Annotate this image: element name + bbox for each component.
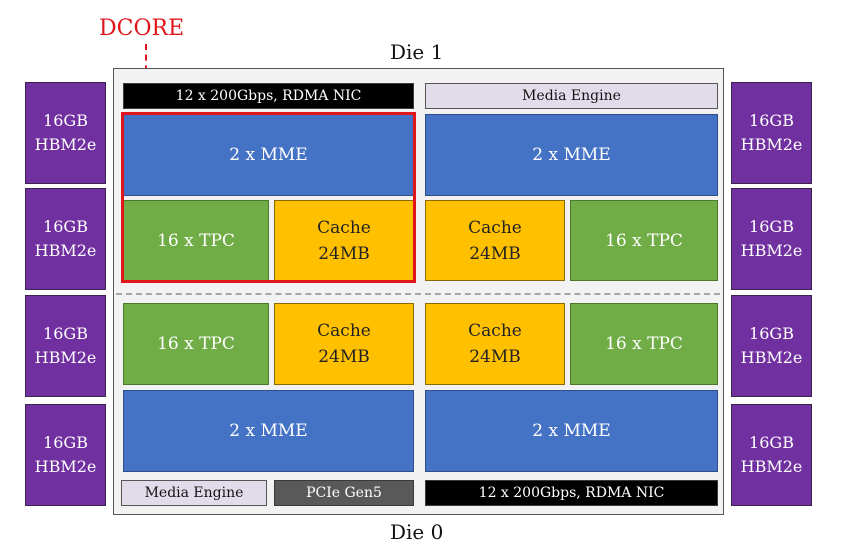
die0-left-mme: 2 x MME [123,390,414,472]
hbm-capacity: 16GB [749,433,794,452]
hbm-capacity: 16GB [43,217,88,236]
hbm-type: HBM2e [740,241,803,260]
hbm-capacity: 16GB [43,433,88,452]
hbm-right-2: 16GB HBM2e [731,188,812,290]
cache-label: Cache [468,321,522,341]
die0-left-cache: Cache 24MB [274,303,414,385]
die1-right-cache: Cache 24MB [425,200,565,281]
cache-size: 24MB [318,347,370,367]
die0-media-engine: Media Engine [121,480,267,506]
dcore-highlight-box [121,112,416,283]
die0-left-tpc: 16 x TPC [123,303,269,385]
hbm-left-2: 16GB HBM2e [25,188,106,290]
hbm-right-3: 16GB HBM2e [731,295,812,397]
hbm-capacity: 16GB [749,111,794,130]
hbm-left-4: 16GB HBM2e [25,404,106,506]
hbm-type: HBM2e [740,135,803,154]
hbm-left-1: 16GB HBM2e [25,82,106,184]
hbm-capacity: 16GB [749,217,794,236]
hbm-type: HBM2e [34,457,97,476]
die1-right-mme: 2 x MME [425,114,718,196]
cache-label: Cache [468,217,522,238]
cache-size: 24MB [469,347,521,367]
hbm-left-3: 16GB HBM2e [25,295,106,397]
hbm-type: HBM2e [34,241,97,260]
hbm-type: HBM2e [34,348,97,367]
cache-label: Cache [317,321,371,341]
die0-right-tpc: 16 x TPC [570,303,718,385]
hbm-right-1: 16GB HBM2e [731,82,812,184]
hbm-capacity: 16GB [43,111,88,130]
die1-media-engine: Media Engine [425,83,718,109]
die0-right-mme: 2 x MME [425,390,718,472]
hbm-right-4: 16GB HBM2e [731,404,812,506]
die0-rdma-nic: 12 x 200Gbps, RDMA NIC [425,480,718,506]
hbm-capacity: 16GB [749,324,794,343]
die-0-label: Die 0 [390,520,444,544]
cache-size: 24MB [469,243,521,264]
dcore-label: DCORE [99,16,185,41]
die0-right-cache: Cache 24MB [425,303,565,385]
die-separator [116,293,720,295]
hbm-capacity: 16GB [43,324,88,343]
die1-right-tpc: 16 x TPC [570,200,718,281]
hbm-type: HBM2e [740,348,803,367]
hbm-type: HBM2e [34,135,97,154]
die1-rdma-nic: 12 x 200Gbps, RDMA NIC [123,83,414,109]
die0-pcie-gen5: PCIe Gen5 [274,480,414,506]
hbm-type: HBM2e [740,457,803,476]
die-1-label: Die 1 [390,40,444,64]
